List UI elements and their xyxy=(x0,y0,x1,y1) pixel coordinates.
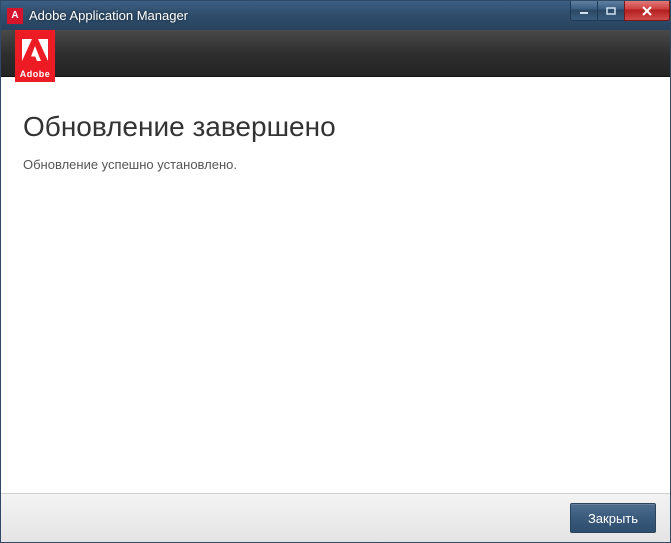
close-icon xyxy=(641,6,653,16)
maximize-icon xyxy=(606,7,616,15)
window-controls xyxy=(571,1,670,21)
adobe-logo-icon xyxy=(22,30,48,69)
content-area: Обновление завершено Обновление успешно … xyxy=(1,77,670,493)
close-button[interactable]: Закрыть xyxy=(570,503,656,533)
app-icon-letter: A xyxy=(11,10,18,21)
close-button-label: Закрыть xyxy=(588,511,638,526)
window-close-button[interactable] xyxy=(624,1,670,21)
application-window: A Adobe Application Manager xyxy=(0,0,671,543)
footer-bar: Закрыть xyxy=(1,493,670,542)
titlebar[interactable]: A Adobe Application Manager xyxy=(1,1,670,30)
adobe-badge-label: Adobe xyxy=(20,69,51,79)
maximize-button[interactable] xyxy=(597,1,625,21)
app-icon: A xyxy=(7,8,23,24)
header-band: Adobe xyxy=(1,30,670,77)
status-message: Обновление успешно установлено. xyxy=(23,157,648,172)
adobe-badge: Adobe xyxy=(15,30,55,82)
window-title: Adobe Application Manager xyxy=(29,8,188,23)
minimize-icon xyxy=(579,7,589,15)
minimize-button[interactable] xyxy=(570,1,598,21)
page-heading: Обновление завершено xyxy=(23,111,648,143)
